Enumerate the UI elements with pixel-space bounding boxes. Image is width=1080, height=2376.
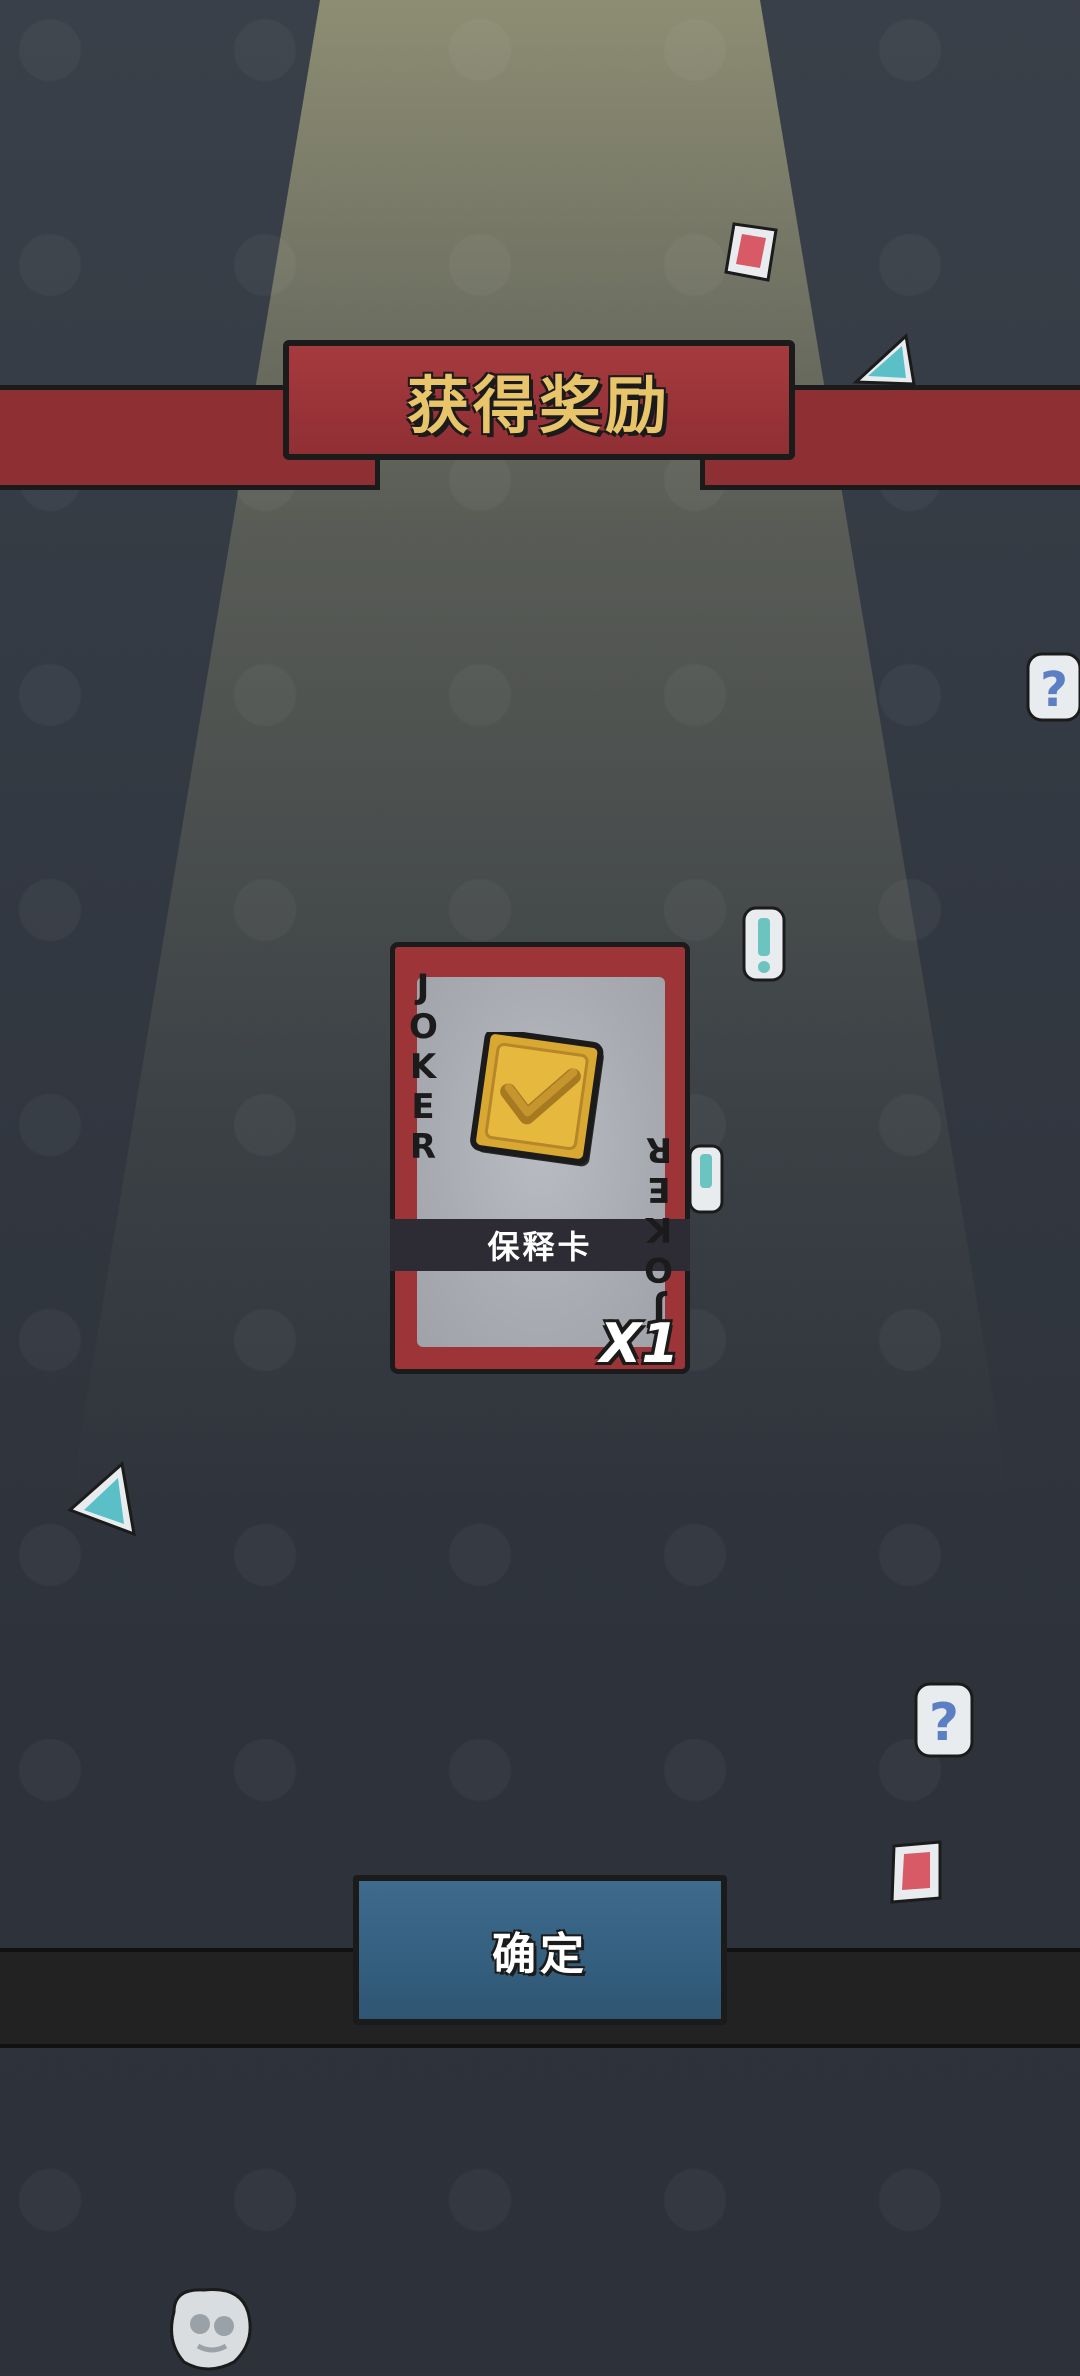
- page-title: 获得奖励: [406, 369, 671, 442]
- question-mark-icon: ?: [1026, 652, 1080, 722]
- cyan-triangle-icon: [852, 333, 916, 386]
- question-mark-icon: ?: [914, 1682, 974, 1758]
- exclamation-icon: [688, 1144, 724, 1214]
- card-corner-label-bottom: JOKER: [644, 1129, 673, 1329]
- cyan-triangle-icon: [67, 1461, 136, 1537]
- card-corner-label-top: JOKER: [409, 967, 438, 1167]
- exclamation-icon: [742, 906, 786, 982]
- confirm-button-label: 确定: [492, 1929, 588, 1980]
- red-card-icon: [724, 222, 778, 282]
- red-card-icon: [890, 1840, 942, 1904]
- card-quantity: X1: [599, 1312, 679, 1375]
- skull-bubble-icon: [170, 2287, 252, 2371]
- title-ribbon: 获得奖励: [283, 340, 795, 460]
- svg-text:?: ?: [929, 1693, 959, 1753]
- card-name: 保释卡: [487, 1228, 593, 1266]
- svg-text:?: ?: [1040, 662, 1068, 718]
- shield-check-icon: [470, 1032, 604, 1167]
- confirm-button[interactable]: 确定: [353, 1875, 727, 2025]
- reward-card[interactable]: JOKER 保释卡 JOKER X1: [390, 942, 690, 1375]
